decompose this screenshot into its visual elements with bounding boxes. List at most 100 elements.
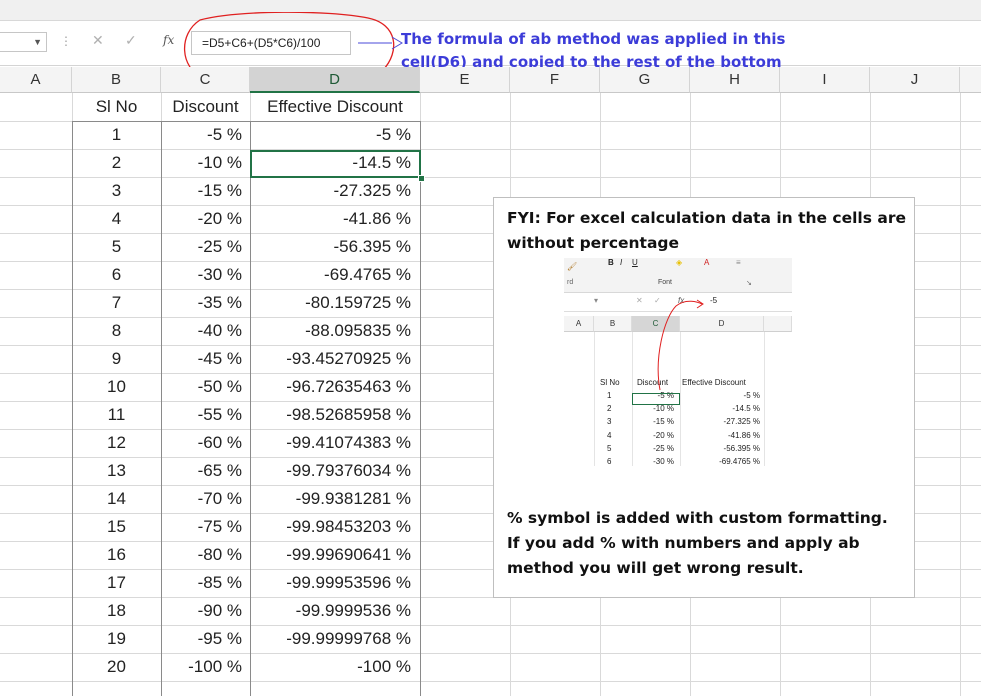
column-header-c[interactable]: C bbox=[161, 67, 250, 93]
cell-sl-no[interactable]: 16 bbox=[72, 541, 161, 569]
fyi-line-2: without percentage bbox=[507, 234, 680, 252]
cell-effective-discount[interactable]: -27.325 % bbox=[250, 177, 420, 205]
cell-effective-discount[interactable]: -56.395 % bbox=[250, 233, 420, 261]
cell-discount[interactable]: -45 % bbox=[161, 345, 250, 373]
cell-discount[interactable]: -65 % bbox=[161, 457, 250, 485]
cell-discount[interactable]: -10 % bbox=[161, 149, 250, 177]
fyi-note-box: FYI: For excel calculation data in the c… bbox=[493, 197, 915, 598]
header-discount[interactable]: Discount bbox=[161, 93, 250, 121]
table-row: 2 -10 % -14.5 % bbox=[0, 149, 981, 177]
cell-discount[interactable]: -40 % bbox=[161, 317, 250, 345]
cell-sl-no[interactable]: 5 bbox=[72, 233, 161, 261]
fyi-line-1: FYI: For excel calculation data in the c… bbox=[507, 209, 906, 227]
cell-sl-no[interactable]: 3 bbox=[72, 177, 161, 205]
column-header-h[interactable]: H bbox=[690, 67, 780, 93]
cell-sl-no[interactable]: 18 bbox=[72, 597, 161, 625]
cell-discount[interactable]: -95 % bbox=[161, 625, 250, 653]
cell-sl-no[interactable]: 2 bbox=[72, 149, 161, 177]
cell-discount[interactable]: -30 % bbox=[161, 261, 250, 289]
cell-sl-no[interactable]: 14 bbox=[72, 485, 161, 513]
check-icon[interactable]: ✓ bbox=[125, 32, 137, 49]
cell-sl-no[interactable]: 12 bbox=[72, 429, 161, 457]
cell-discount[interactable]: -25 % bbox=[161, 233, 250, 261]
cell-effective-discount[interactable]: -99.9381281 % bbox=[250, 485, 420, 513]
cell-discount[interactable]: -70 % bbox=[161, 485, 250, 513]
cell-discount[interactable]: -80 % bbox=[161, 541, 250, 569]
column-header-d[interactable]: D bbox=[250, 67, 420, 93]
cell-sl-no[interactable]: 6 bbox=[72, 261, 161, 289]
name-box[interactable]: ▼ bbox=[0, 32, 47, 52]
cell-discount[interactable]: -75 % bbox=[161, 513, 250, 541]
grid-line bbox=[0, 681, 981, 682]
cell-effective-discount[interactable]: -80.159725 % bbox=[250, 289, 420, 317]
table-row: 1 -5 % -5 % bbox=[0, 121, 981, 149]
cell-discount[interactable]: -55 % bbox=[161, 401, 250, 429]
fyi-line-3: % symbol is added with custom formatting… bbox=[507, 509, 888, 527]
cell-sl-no[interactable]: 13 bbox=[72, 457, 161, 485]
cell-effective-discount[interactable]: -41.86 % bbox=[250, 205, 420, 233]
column-header-k[interactable] bbox=[960, 67, 981, 93]
table-row: 20 -100 % -100 % bbox=[0, 653, 981, 681]
chevron-down-icon[interactable]: ▼ bbox=[33, 37, 42, 47]
cell-discount[interactable]: -85 % bbox=[161, 569, 250, 597]
close-icon[interactable]: ✕ bbox=[92, 32, 104, 49]
fyi-line-4: If you add % with numbers and apply ab bbox=[507, 534, 860, 552]
cell-effective-discount[interactable]: -100 % bbox=[250, 653, 420, 681]
fyi-line-5: method you will get wrong result. bbox=[507, 559, 804, 577]
drag-handle-icon[interactable]: ⋮ bbox=[60, 34, 72, 48]
column-header-j[interactable]: J bbox=[870, 67, 960, 93]
table-row: 18 -90 % -99.9999536 % bbox=[0, 597, 981, 625]
cell-discount[interactable]: -60 % bbox=[161, 429, 250, 457]
column-header-i[interactable]: I bbox=[780, 67, 870, 93]
inset-screenshot: 🖌 B I U ◈ A ≡ rd Font ↘ ▾ ✕ ✓ fx -5 A B … bbox=[564, 258, 792, 466]
cell-sl-no[interactable]: 7 bbox=[72, 289, 161, 317]
cell-effective-discount[interactable]: -88.095835 % bbox=[250, 317, 420, 345]
annotation-arrow-icon bbox=[358, 36, 403, 50]
cell-discount[interactable]: -20 % bbox=[161, 205, 250, 233]
fill-handle[interactable] bbox=[418, 175, 425, 182]
cell-sl-no[interactable]: 8 bbox=[72, 317, 161, 345]
cell-sl-no[interactable]: 19 bbox=[72, 625, 161, 653]
cell-effective-discount[interactable]: -99.99690641 % bbox=[250, 541, 420, 569]
cell-sl-no[interactable]: 20 bbox=[72, 653, 161, 681]
column-header-a[interactable]: A bbox=[0, 67, 72, 93]
cell-discount[interactable]: -50 % bbox=[161, 373, 250, 401]
cell-effective-discount[interactable]: -99.41074383 % bbox=[250, 429, 420, 457]
cell-sl-no[interactable]: 10 bbox=[72, 373, 161, 401]
cell-sl-no[interactable]: 9 bbox=[72, 345, 161, 373]
cell-sl-no[interactable]: 11 bbox=[72, 401, 161, 429]
cell-effective-discount[interactable]: -99.9999536 % bbox=[250, 597, 420, 625]
cell-discount[interactable]: -35 % bbox=[161, 289, 250, 317]
cell-sl-no[interactable]: 17 bbox=[72, 569, 161, 597]
table-row: 19 -95 % -99.99999768 % bbox=[0, 625, 981, 653]
fyi-text-top: FYI: For excel calculation data in the c… bbox=[507, 206, 907, 256]
column-header-b[interactable]: B bbox=[72, 67, 161, 93]
cell-effective-discount[interactable]: -99.79376034 % bbox=[250, 457, 420, 485]
cell-effective-discount[interactable]: -93.45270925 % bbox=[250, 345, 420, 373]
cell-effective-discount[interactable]: -96.72635463 % bbox=[250, 373, 420, 401]
annotation-line-1: The formula of ab method was applied in … bbox=[401, 30, 786, 48]
selected-cell-d6[interactable] bbox=[250, 150, 421, 178]
cell-effective-discount[interactable]: -99.99953596 % bbox=[250, 569, 420, 597]
column-header-e[interactable]: E bbox=[420, 67, 510, 93]
cell-discount[interactable]: -5 % bbox=[161, 121, 250, 149]
cell-discount[interactable]: -15 % bbox=[161, 177, 250, 205]
table-header-row: Sl No Discount Effective Discount bbox=[0, 93, 981, 121]
column-header-f[interactable]: F bbox=[510, 67, 600, 93]
column-header-g[interactable]: G bbox=[600, 67, 690, 93]
cell-discount[interactable]: -90 % bbox=[161, 597, 250, 625]
cell-sl-no[interactable]: 4 bbox=[72, 205, 161, 233]
cell-sl-no[interactable]: 15 bbox=[72, 513, 161, 541]
cell-discount[interactable]: -100 % bbox=[161, 653, 250, 681]
cell-effective-discount[interactable]: -69.4765 % bbox=[250, 261, 420, 289]
cell-effective-discount[interactable]: -5 % bbox=[250, 121, 420, 149]
cell-sl-no[interactable]: 1 bbox=[72, 121, 161, 149]
header-effective-discount[interactable]: Effective Discount bbox=[250, 93, 420, 121]
cell-effective-discount[interactable]: -99.98453203 % bbox=[250, 513, 420, 541]
ribbon-bottom-strip bbox=[0, 0, 981, 21]
insert-function-icon[interactable]: fx bbox=[163, 33, 174, 47]
cell-effective-discount[interactable]: -99.99999768 % bbox=[250, 625, 420, 653]
header-sl-no[interactable]: Sl No bbox=[72, 93, 161, 121]
fyi-text-bottom: % symbol is added with custom formatting… bbox=[507, 506, 907, 581]
cell-effective-discount[interactable]: -98.52685958 % bbox=[250, 401, 420, 429]
